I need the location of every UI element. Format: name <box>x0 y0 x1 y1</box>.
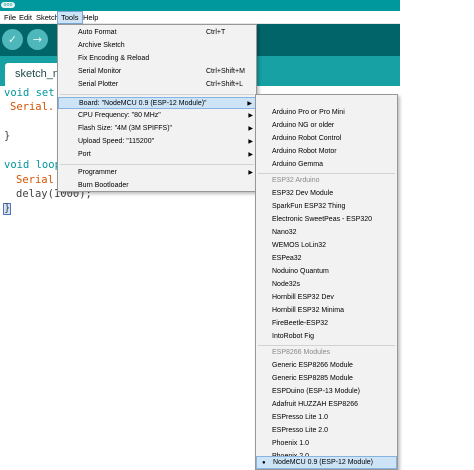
board-item[interactable]: ESP32 Dev Module <box>256 188 397 200</box>
submenu-arrow-icon: ▶ <box>248 139 253 145</box>
board-item[interactable]: ESPea32 <box>256 253 397 265</box>
board-item[interactable]: Generic ESP8266 Module <box>256 360 397 372</box>
menu-separator <box>258 345 395 346</box>
board-item[interactable]: Arduino Robot Motor <box>256 146 397 158</box>
board-item[interactable]: ESPDuino (ESP-13 Module) <box>256 386 397 398</box>
board-section-header: ESP8266 Modules <box>272 349 330 356</box>
menu-item-flash-size[interactable]: Flash Size: "4M (3M SPIFFS)" ▶ <box>58 123 256 135</box>
menu-item-board[interactable]: Board: "NodeMCU 0.9 (ESP-12 Module)" ▶ <box>58 97 256 109</box>
code-line-serial-begin: Serial. <box>10 101 55 113</box>
code-line-serial-print: Serial <box>16 174 54 186</box>
board-item[interactable]: Node32s <box>256 279 397 291</box>
menu-separator <box>60 94 254 95</box>
arduino-logo-icon: ooo <box>1 2 15 8</box>
code-line-close-setup: } <box>4 130 11 142</box>
board-item[interactable]: Arduino Robot Control <box>256 133 397 145</box>
menu-item-port[interactable]: Port ▶ <box>58 149 256 161</box>
menu-item-serial-monitor[interactable]: Serial Monitor Ctrl+Shift+M <box>58 66 256 78</box>
submenu-arrow-icon: ▶ <box>247 101 252 107</box>
board-item[interactable]: Phoenix 1.0 <box>256 438 397 450</box>
board-item[interactable]: Electronic SweetPeas - ESP320 <box>256 214 397 226</box>
menu-item-serial-plotter[interactable]: Serial Plotter Ctrl+Shift+L <box>58 79 256 91</box>
check-icon: ✓ <box>7 33 18 46</box>
code-line-setup: void set <box>4 87 55 99</box>
board-item[interactable]: Nano32 <box>256 227 397 239</box>
board-item[interactable]: Arduino Pro or Pro Mini <box>256 107 397 119</box>
submenu-arrow-icon: ▶ <box>248 113 253 119</box>
menu-item-cpu-frequency[interactable]: CPU Frequency: "80 MHz" ▶ <box>58 110 256 122</box>
menu-item-programmer[interactable]: Programmer ▶ <box>58 167 256 179</box>
menu-item-archive-sketch[interactable]: Archive Sketch <box>58 40 256 52</box>
board-item[interactable]: Arduino NG or older <box>256 120 397 132</box>
submenu-arrow-icon: ▶ <box>248 170 253 176</box>
menu-help[interactable]: Help <box>80 11 101 24</box>
board-item[interactable]: IntoRobot Fig <box>256 331 397 343</box>
menu-item-burn-bootloader[interactable]: Burn Bootloader <box>58 180 256 192</box>
menu-tools[interactable]: Tools <box>57 11 83 24</box>
board-item[interactable]: Adafruit HUZZAH ESP8266 <box>256 399 397 411</box>
menu-item-auto-format[interactable]: Auto Format Ctrl+T <box>58 27 256 39</box>
window-title-bar: ooo <box>0 0 400 11</box>
board-item[interactable]: FireBeetle-ESP32 <box>256 318 397 330</box>
board-item-selected[interactable]: ● NodeMCU 0.9 (ESP-12 Module) <box>256 456 397 469</box>
board-item[interactable]: Hornbill ESP32 Dev <box>256 292 397 304</box>
tools-menu: Auto Format Ctrl+T Archive Sketch Fix En… <box>57 24 257 192</box>
code-line-loop: void loop <box>4 159 61 171</box>
tab-sketch[interactable]: sketch_n <box>5 63 65 86</box>
board-item[interactable]: Noduino Quantum <box>256 266 397 278</box>
upload-button[interactable]: → <box>27 29 48 50</box>
menu-item-fix-encoding[interactable]: Fix Encoding & Reload <box>58 53 256 65</box>
code-line-close-loop: } <box>4 202 11 214</box>
menu-separator <box>258 173 395 174</box>
board-item[interactable]: ESPresso Lite 2.0 <box>256 425 397 437</box>
board-item[interactable]: WEMOS LoLin32 <box>256 240 397 252</box>
board-item[interactable]: Arduino Gemma <box>256 159 397 171</box>
menu-item-upload-speed[interactable]: Upload Speed: "115200" ▶ <box>58 136 256 148</box>
verify-button[interactable]: ✓ <box>2 29 23 50</box>
arrow-right-icon: → <box>32 33 43 46</box>
board-section-header: ESP32 Arduino <box>272 177 320 184</box>
board-item[interactable]: Hornbill ESP32 Minima <box>256 305 397 317</box>
submenu-arrow-icon: ▶ <box>248 126 253 132</box>
board-item[interactable]: SparkFun ESP32 Thing <box>256 201 397 213</box>
submenu-arrow-icon: ▶ <box>248 152 253 158</box>
boards-submenu: Arduino Pro or Pro Mini Arduino NG or ol… <box>255 94 398 470</box>
menu-separator <box>60 164 254 165</box>
menu-bar: File Edit Sketch Tools Help <box>0 11 400 24</box>
board-item[interactable]: ESPresso Lite 1.0 <box>256 412 397 424</box>
radio-bullet-icon: ● <box>262 460 266 466</box>
board-item[interactable]: Generic ESP8285 Module <box>256 373 397 385</box>
